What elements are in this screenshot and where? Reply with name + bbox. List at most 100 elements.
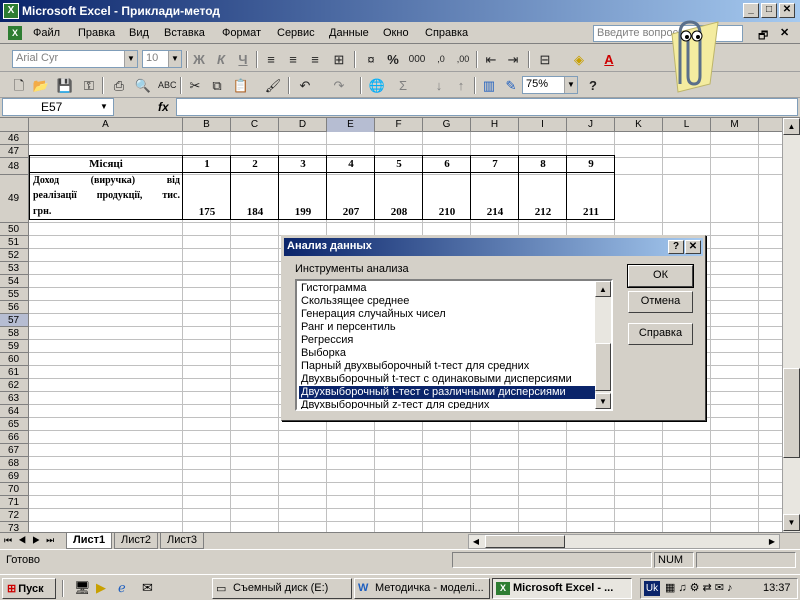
row-header[interactable]: 57 [0,314,29,327]
task-removable-disk[interactable]: ▭ Съемный диск (E:) [212,578,352,599]
task-excel[interactable]: X Microsoft Excel - ... [492,578,632,599]
value-cell[interactable]: 207 [327,206,375,218]
row-header[interactable]: 50 [0,223,29,236]
row-header[interactable]: 53 [0,262,29,275]
maximize-button[interactable]: □ [761,3,777,18]
list-scroll-thumb[interactable] [595,343,611,391]
list-scroll-up-icon[interactable]: ▲ [595,281,611,297]
row-header[interactable]: 46 [0,132,29,145]
row-header[interactable]: 60 [0,353,29,366]
menu-file[interactable]: Файл [33,27,60,39]
undo-icon[interactable]: ↶ [296,77,314,94]
bold-button[interactable]: Ж [190,51,208,68]
increase-decimal-icon[interactable]: ,0 [432,51,450,68]
cancel-button[interactable]: Отмена [628,291,693,313]
column-header-selected[interactable]: E [327,118,375,132]
spelling-icon[interactable]: ABC [158,77,177,94]
value-cell[interactable]: 175 [183,206,231,218]
underline-button[interactable]: Ч [234,51,252,68]
value-cell[interactable]: 199 [279,206,327,218]
menu-help[interactable]: Справка [425,27,468,39]
permission-icon[interactable]: ⚿ [80,77,98,94]
value-cell[interactable]: 184 [231,206,279,218]
copy-icon[interactable]: ⧉ [208,77,226,94]
thousands-button[interactable]: 000 [406,51,428,68]
menu-window[interactable]: Окно [383,27,409,39]
column-header[interactable]: D [279,118,327,132]
sheet-tab-3[interactable]: Лист3 [160,533,205,549]
column-header[interactable]: C [231,118,279,132]
hyperlink-icon[interactable]: 🌐 [368,77,386,94]
row-label-line[interactable]: грн. [33,206,180,217]
column-header[interactable]: H [471,118,519,132]
menu-tools[interactable]: Сервис [277,27,315,39]
scroll-left-icon[interactable]: ◀ [469,535,483,548]
tray-icons[interactable]: ▦♫⚙⇄✉♪ [665,581,735,594]
chevron-down-icon[interactable]: ▼ [100,102,108,111]
align-center-icon[interactable]: ≡ [284,51,302,68]
row-header[interactable]: 52 [0,249,29,262]
menu-data[interactable]: Данные [329,27,369,39]
dialog-close-button[interactable]: ✕ [685,240,701,254]
doc-close-icon[interactable]: ✕ [780,26,789,39]
task-word-doc[interactable]: W Методичка - моделі... [354,578,490,599]
help-button[interactable]: Справка [628,323,693,345]
row-header[interactable]: 64 [0,405,29,418]
month-cell[interactable]: 3 [279,158,327,170]
close-button[interactable]: ✕ [779,3,795,18]
zoom-select[interactable]: 75% ▼ [522,76,578,94]
row-header[interactable]: 58 [0,327,29,340]
analysis-tool-item[interactable]: Гистограмма [299,282,595,295]
font-size-select[interactable]: 10 ▼ [142,50,182,68]
row-header[interactable]: 65 [0,418,29,431]
redo-icon[interactable]: ↷ [330,77,348,94]
value-cell[interactable]: 214 [471,206,519,218]
row-header[interactable]: 68 [0,457,29,470]
name-box[interactable]: E57 [2,98,114,116]
column-header[interactable]: B [183,118,231,132]
currency-icon[interactable]: ¤ [362,51,380,68]
analysis-tools-list[interactable]: Гистограмма Скользящее среднее Генерация с… [295,279,613,411]
language-indicator[interactable]: Uk [644,581,660,596]
row-header[interactable]: 73 [0,522,29,532]
column-header[interactable]: I [519,118,567,132]
print-icon[interactable]: ⎙ [110,77,128,94]
row-header[interactable]: 72 [0,509,29,522]
month-cell[interactable]: 1 [183,158,231,170]
month-cell[interactable]: 9 [567,158,615,170]
scroll-right-icon[interactable]: ▶ [765,535,779,548]
workbook-icon[interactable]: X [8,26,22,40]
scroll-up-icon[interactable]: ▲ [783,118,800,135]
decrease-indent-icon[interactable]: ⇤ [482,51,500,68]
merge-center-icon[interactable]: ⊞ [330,51,348,68]
sheet-tab-1[interactable]: Лист1 [66,533,113,549]
start-button[interactable]: ⊞ Пуск [2,578,56,599]
column-header[interactable]: A [29,118,183,132]
drawing-icon[interactable]: ✎ [502,77,520,94]
office-assistant-clippy[interactable] [650,14,720,94]
save-icon[interactable]: 💾 [56,77,74,94]
row-header[interactable]: 48 [0,158,29,175]
analysis-tool-item[interactable]: Скользящее среднее [299,295,595,308]
value-cell[interactable]: 208 [375,206,423,218]
analysis-tool-item[interactable]: Регрессия [299,334,595,347]
row-header[interactable]: 71 [0,496,29,509]
show-desktop-icon[interactable]: 🖥 [74,580,91,596]
increase-indent-icon[interactable]: ⇥ [504,51,522,68]
analysis-tool-item[interactable]: Парный двухвыборочный t-тест для средних [299,360,595,373]
minimize-button[interactable]: _ [743,3,759,18]
menu-format[interactable]: Формат [222,27,261,39]
analysis-tool-item[interactable]: Ранг и персентиль [299,321,595,334]
column-header[interactable]: M [711,118,759,132]
column-header[interactable]: L [663,118,711,132]
row-label-line[interactable]: реалізації продукції, тис. [33,190,180,201]
media-player-icon[interactable]: ▶ [96,580,106,596]
sort-descending-icon[interactable]: ↑ [452,77,470,94]
row-header[interactable]: 62 [0,379,29,392]
analysis-tool-item[interactable]: Двухвыборочный z-тест для средних [299,399,595,409]
column-header[interactable]: G [423,118,471,132]
menu-edit[interactable]: Правка [78,27,115,39]
excel-app-icon[interactable]: X [3,3,19,19]
help-icon[interactable]: ? [584,77,602,94]
paste-icon[interactable]: 📋 [232,77,250,94]
